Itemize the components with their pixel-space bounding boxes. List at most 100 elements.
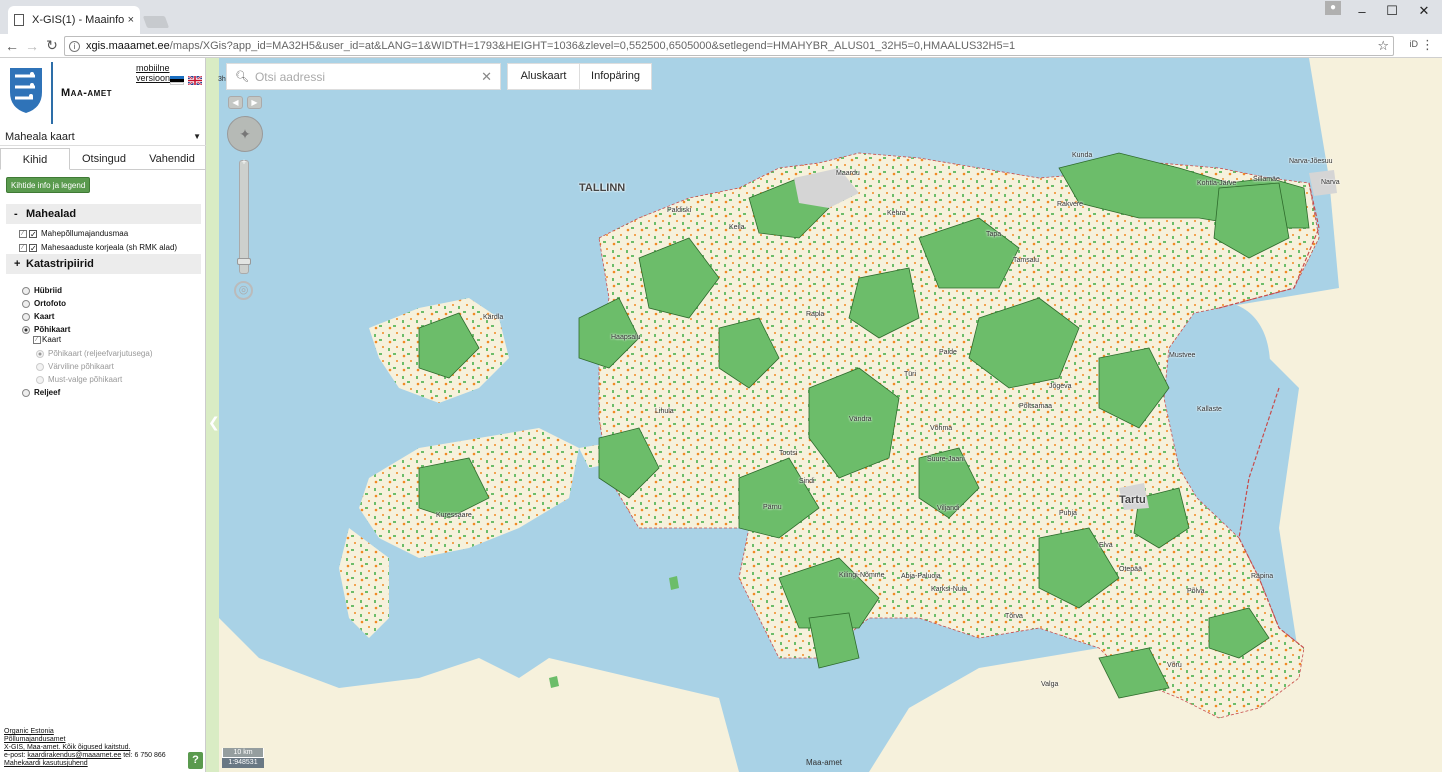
pan-compass-icon[interactable]: ✦: [227, 116, 263, 152]
logo-text: Maa-amet: [61, 87, 113, 99]
kaart-sub-label: Kaart: [42, 335, 62, 344]
map-select[interactable]: Maheala kaart ▼: [0, 128, 206, 146]
flag-estonian-icon[interactable]: [170, 76, 184, 85]
place-label: Kunda: [1072, 152, 1093, 159]
next-view-icon[interactable]: ▶: [247, 96, 262, 109]
layer-label: Mahesaaduste korjeala (sh RMK alad): [41, 243, 178, 252]
back-icon[interactable]: ←: [2, 38, 22, 54]
tab-otsingud[interactable]: Otsingud: [70, 148, 138, 169]
layer-row: ⁄ ✓ Mahepõllumajandusmaa: [19, 229, 128, 238]
maximize-icon[interactable]: ☐: [1376, 0, 1408, 22]
url-path: /maps/XGis?app_id=MA32H5&user_id=at&LANG…: [169, 40, 1016, 52]
url-field[interactable]: i xgis.maaamet.ee /maps/XGis?app_id=MA32…: [64, 36, 1394, 56]
chevron-left-icon: ❮: [208, 414, 220, 430]
extension-icon[interactable]: iD: [1410, 39, 1419, 49]
sub-option-label: Värviline põhikaart: [48, 362, 114, 371]
radio-button[interactable]: [22, 312, 30, 321]
radio-button[interactable]: [36, 375, 44, 384]
radio-button[interactable]: [22, 286, 30, 295]
map-edge-label: 3h: [218, 76, 226, 83]
place-label: Tapa: [986, 231, 1002, 238]
base-label: Põhikaart: [34, 325, 71, 334]
sub-option-label: Põhikaart (reljeefvarjutusega): [48, 349, 153, 358]
reload-icon[interactable]: ↻: [42, 37, 62, 54]
locate-icon[interactable]: ◎: [234, 281, 253, 300]
footer-phone: tel: 6 750 866: [121, 752, 166, 759]
zoom-in-icon[interactable]: +: [239, 157, 249, 167]
place-label: Keila: [729, 224, 745, 231]
radio-button[interactable]: [22, 299, 30, 308]
info-icon[interactable]: i: [69, 40, 80, 52]
layer-row: ⁄ ✓ Mahesaaduste korjeala (sh RMK alad): [19, 243, 177, 252]
place-label: Põltsamaa: [1019, 403, 1053, 410]
search-icon: 🔍︎: [235, 71, 249, 83]
radio-button[interactable]: [36, 362, 44, 371]
legend-icon[interactable]: ⁄: [33, 335, 41, 344]
help-button[interactable]: ?: [188, 752, 203, 769]
place-label: Kilingi-Nõmme: [839, 572, 885, 579]
info-query-button[interactable]: Infopäring: [580, 64, 651, 89]
legend-icon[interactable]: ⁄: [19, 243, 27, 252]
base-option-ortofoto[interactable]: Ortofoto: [22, 299, 66, 308]
base-option-kaart[interactable]: Kaart: [22, 312, 54, 321]
zoom-slider[interactable]: [239, 160, 249, 274]
tab-vahendid[interactable]: Vahendid: [138, 148, 206, 169]
radio-button-selected[interactable]: [36, 349, 44, 358]
minimize-icon[interactable]: –: [1346, 0, 1378, 22]
scale-bar: 10 km 1:948531: [222, 748, 264, 769]
user-icon[interactable]: ●: [1325, 1, 1341, 15]
base-option-pohikaart[interactable]: Põhikaart: [22, 325, 70, 334]
layer-checkbox[interactable]: ✓: [29, 229, 37, 238]
new-tab-button[interactable]: [142, 16, 170, 28]
footer-email-prefix: e-post:: [4, 752, 28, 759]
previous-view-icon[interactable]: ◀: [228, 96, 243, 109]
place-label: Türi: [904, 371, 917, 378]
flag-english-icon[interactable]: [188, 76, 202, 85]
place-label: Narva-Jõesuu: [1289, 158, 1333, 165]
footer-agency-link[interactable]: Põllumajandusamet: [4, 736, 166, 744]
place-label: Valga: [1041, 681, 1059, 688]
address-search-input[interactable]: 🔍︎ Otsi aadressi ✕: [226, 63, 501, 90]
sidebar-collapse-handle[interactable]: ❮: [206, 58, 220, 772]
base-map-button[interactable]: Aluskaart: [508, 64, 580, 89]
footer-email-link[interactable]: kaardirakendus@maaamet.ee: [27, 752, 121, 759]
radio-button[interactable]: [22, 388, 30, 397]
close-window-icon[interactable]: ✕: [1408, 0, 1440, 22]
place-label: Kuressaare: [436, 512, 472, 519]
group-katastripiirid[interactable]: + Katastripiirid: [6, 254, 201, 274]
layer-checkbox[interactable]: ✓: [29, 243, 37, 252]
browser-tab[interactable]: X-GIS(1) - Maainfo ×: [8, 6, 140, 34]
footer-copyright-link[interactable]: X-GIS, Maa-amet. Kõik õigused kaitstud.: [4, 744, 166, 752]
group-mahealad[interactable]: - Mahealad: [6, 204, 201, 224]
map-canvas[interactable]: TALLINN Narva Narva-Jõesuu Sillamäe Koht…: [219, 58, 1442, 772]
place-label: Elva: [1099, 542, 1113, 549]
place-label: Karksi-Nuia: [931, 586, 968, 593]
sub-option[interactable]: Põhikaart (reljeefvarjutusega): [36, 349, 153, 358]
layer-info-legend-button[interactable]: Kihtide info ja legend: [6, 177, 91, 193]
sub-option[interactable]: Värviline põhikaart: [36, 362, 114, 371]
footer-organic-link[interactable]: Organic Estonia: [4, 728, 166, 736]
footer-manual-link[interactable]: Mahekaardi kasutusjuhend: [4, 760, 166, 768]
forward-icon[interactable]: →: [22, 38, 42, 54]
place-label: Tõrva: [1005, 613, 1023, 620]
place-label: Puhja: [1059, 510, 1077, 517]
close-tab-icon[interactable]: ×: [128, 14, 134, 26]
coat-of-arms-icon: [10, 68, 42, 113]
radio-button-selected[interactable]: [22, 325, 30, 334]
place-label: Tartu: [1119, 494, 1146, 506]
base-option-hybriid[interactable]: Hübriid: [22, 286, 62, 295]
map-attribution: Maa-amet: [806, 758, 843, 767]
sub-option[interactable]: Must-valge põhikaart: [36, 375, 122, 384]
expand-icon: +: [14, 258, 21, 270]
group-mahealad-label: Mahealad: [26, 208, 77, 220]
base-option-reljeef[interactable]: Reljeef: [22, 388, 60, 397]
layer-label: Mahepõllumajandusmaa: [41, 229, 129, 238]
place-label: Tootsi: [779, 450, 798, 457]
menu-icon[interactable]: ⋮: [1421, 37, 1434, 53]
clear-icon[interactable]: ✕: [481, 69, 492, 85]
tab-kihid[interactable]: Kihid: [0, 148, 70, 170]
legend-icon[interactable]: ⁄: [19, 229, 27, 238]
place-label: Mustvee: [1169, 352, 1196, 359]
zoom-slider-handle[interactable]: [237, 258, 251, 265]
star-icon[interactable]: ☆: [1377, 38, 1389, 54]
